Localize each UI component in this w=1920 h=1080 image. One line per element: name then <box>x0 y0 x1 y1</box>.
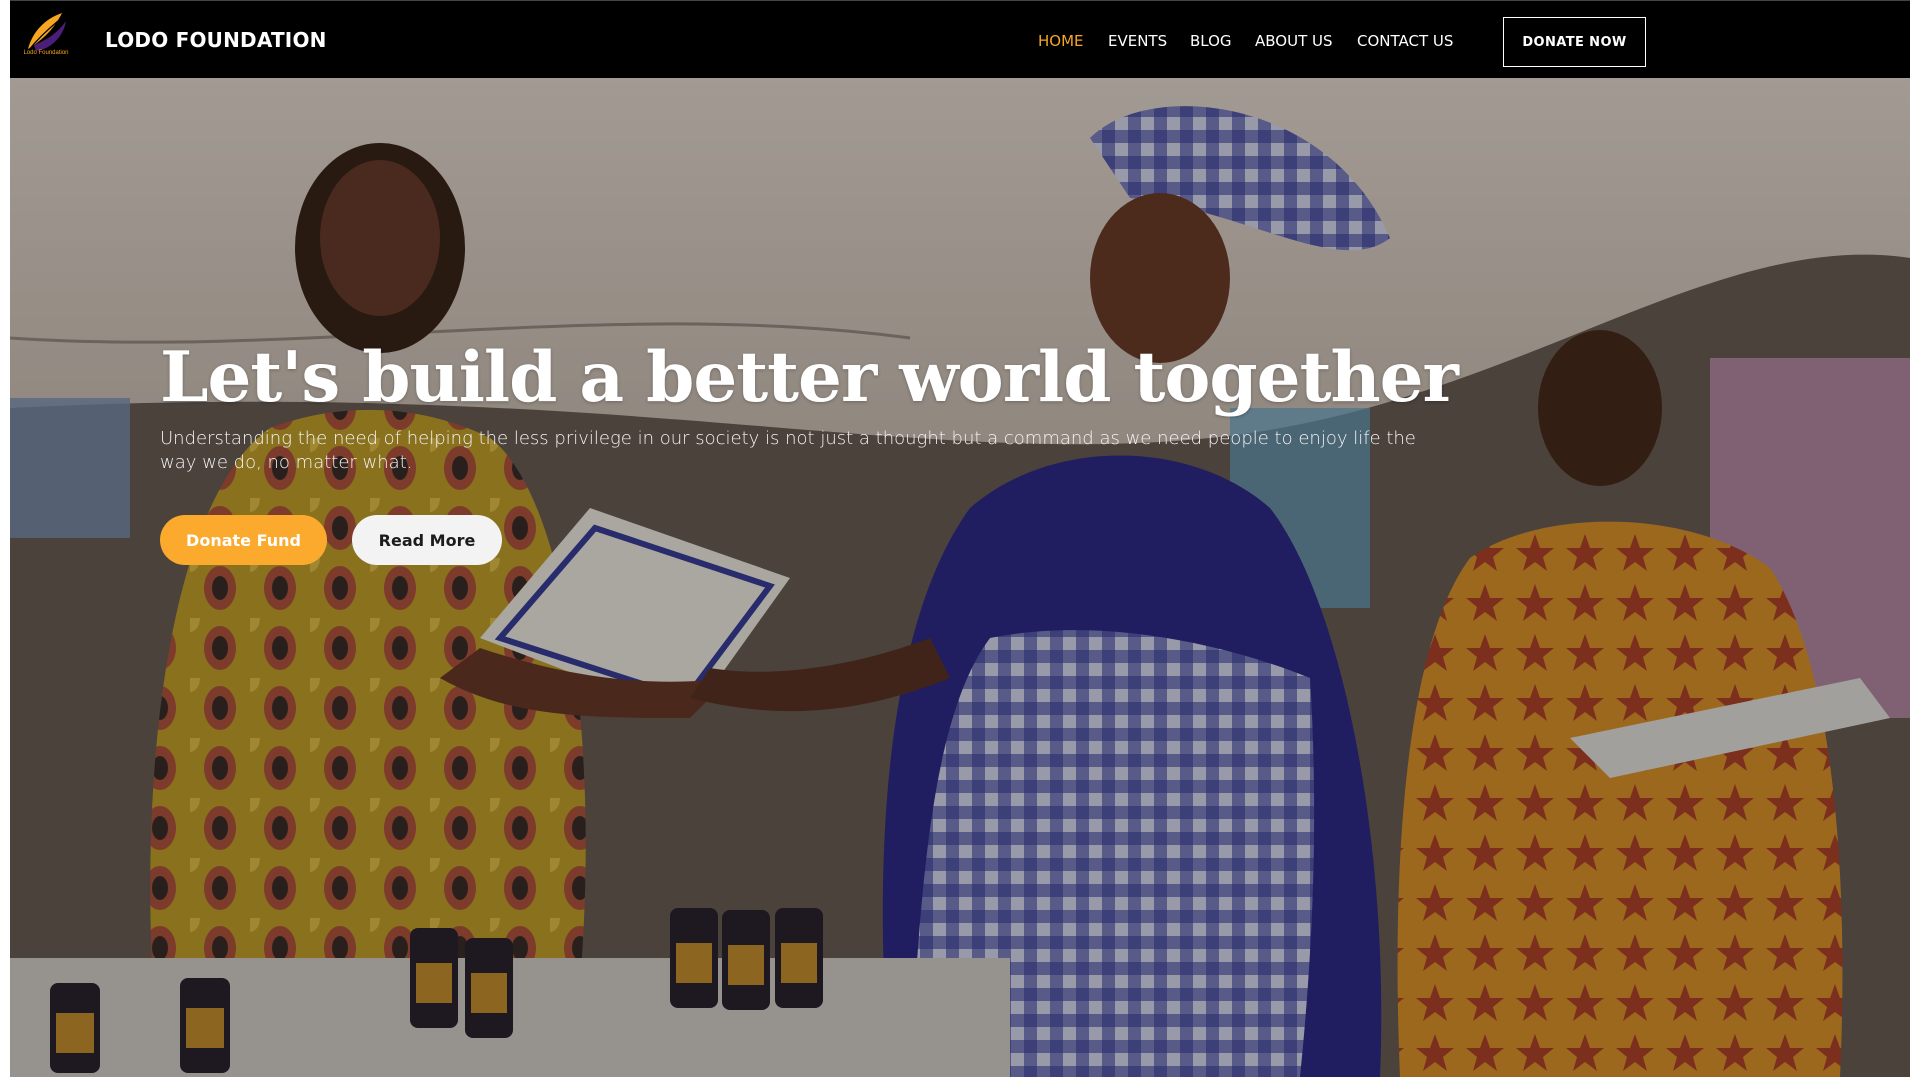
hero-subtitle: Understanding the need of helping the le… <box>160 428 1416 473</box>
read-more-button[interactable]: Read More <box>352 515 502 565</box>
site-frame: Lodo Foundation LODO FOUNDATION HOME EVE… <box>10 0 1910 1077</box>
nav-item-about-us[interactable]: ABOUT US <box>1255 32 1333 50</box>
logo-caption: Lodo Foundation <box>23 50 69 56</box>
donate-now-button[interactable]: DONATE NOW <box>1503 17 1646 67</box>
nav-item-blog[interactable]: BLOG <box>1190 32 1232 50</box>
nav-item-contact-us[interactable]: CONTACT US <box>1357 32 1453 50</box>
donate-fund-button[interactable]: Donate Fund <box>160 515 327 565</box>
page: Lodo Foundation LODO FOUNDATION HOME EVE… <box>0 0 1920 1080</box>
brand-name[interactable]: LODO FOUNDATION <box>105 28 327 52</box>
hero-overlay <box>10 78 1910 1077</box>
nav-item-home[interactable]: HOME <box>1038 32 1084 50</box>
hero-title: Let's build a better world together <box>160 337 1459 418</box>
hero-section: Let's build a better world together Unde… <box>10 78 1910 1077</box>
nav-item-events[interactable]: EVENTS <box>1108 32 1167 50</box>
navbar: Lodo Foundation LODO FOUNDATION HOME EVE… <box>10 0 1910 78</box>
